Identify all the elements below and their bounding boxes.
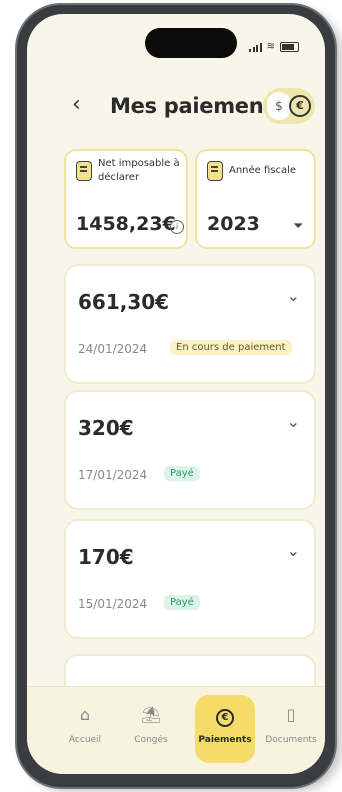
nav-label: Documents: [265, 735, 317, 745]
fiscal-year-card[interactable]: Année fiscale 2023 ⏷: [195, 149, 316, 249]
document-icon: ▯: [286, 705, 296, 724]
nav-item-accueil[interactable]: ⌂ Accueil: [55, 695, 115, 763]
nav-item-documents[interactable]: ▯ Documents: [261, 695, 321, 763]
status-badge: Payé: [164, 466, 200, 481]
nav-label: Congés: [134, 735, 168, 745]
status-badge: Payé: [164, 595, 200, 610]
payment-date: 24/01/2024: [78, 342, 148, 356]
page-title: Mes paiements: [110, 94, 286, 118]
payment-card[interactable]: 170€ ⌄ 15/01/2024 Payé: [64, 519, 316, 639]
euro-option[interactable]: €: [289, 95, 311, 117]
net-taxable-card: Net imposable à déclarer 1458,23€ i: [64, 149, 188, 249]
nav-label: Paiements: [198, 735, 252, 745]
status-badge: En cours de paiement: [170, 340, 292, 355]
info-icon[interactable]: i: [170, 220, 184, 234]
bottom-nav: ⌂ Accueil ⛱ Congés € Paiements ▯ Documen…: [27, 686, 325, 774]
nav-label: Accueil: [68, 735, 102, 745]
signal-icon: [249, 42, 262, 52]
home-icon: ⌂: [79, 705, 91, 724]
payment-card[interactable]: 661,30€ ⌄ 24/01/2024 En cours de paiemen…: [64, 264, 316, 384]
filter-icon[interactable]: ⏷: [293, 219, 303, 234]
status-bar: ≋: [249, 42, 299, 52]
page-header: ‹ Mes paiements $ €: [27, 86, 325, 126]
document-icon: [76, 161, 92, 181]
chevron-down-icon[interactable]: ⌄: [287, 541, 300, 560]
fiscal-year-label: Année fiscale: [229, 165, 297, 176]
euro-icon: €: [215, 705, 235, 727]
fiscal-year-value: 2023: [207, 213, 260, 235]
nav-item-paiements[interactable]: € Paiements: [195, 695, 255, 763]
currency-toggle[interactable]: $ €: [263, 88, 315, 124]
calendar-icon: [207, 161, 223, 181]
dollar-option[interactable]: $: [267, 92, 291, 120]
net-taxable-label: Net imposable à déclarer: [98, 158, 180, 183]
back-arrow-icon[interactable]: ‹: [72, 92, 81, 117]
app-screen: ≋ ‹ Mes paiements $ € Net imposable à dé…: [27, 14, 325, 774]
payment-date: 17/01/2024: [78, 468, 148, 482]
dynamic-island: [145, 28, 237, 58]
battery-icon: [280, 42, 299, 52]
nav-item-conges[interactable]: ⛱ Congés: [121, 695, 181, 763]
payment-amount: 320€: [78, 416, 134, 440]
payment-card[interactable]: 320€ ⌄ 17/01/2024 Payé: [64, 390, 316, 510]
payment-date: 15/01/2024: [78, 597, 148, 611]
wifi-icon: ≋: [266, 41, 275, 52]
net-taxable-value: 1458,23€: [76, 213, 176, 235]
payment-amount: 170€: [78, 545, 134, 569]
chevron-down-icon[interactable]: ⌄: [287, 286, 300, 305]
beach-icon: ⛱: [141, 705, 162, 724]
payment-amount: 661,30€: [78, 290, 170, 314]
chevron-down-icon[interactable]: ⌄: [287, 412, 300, 431]
